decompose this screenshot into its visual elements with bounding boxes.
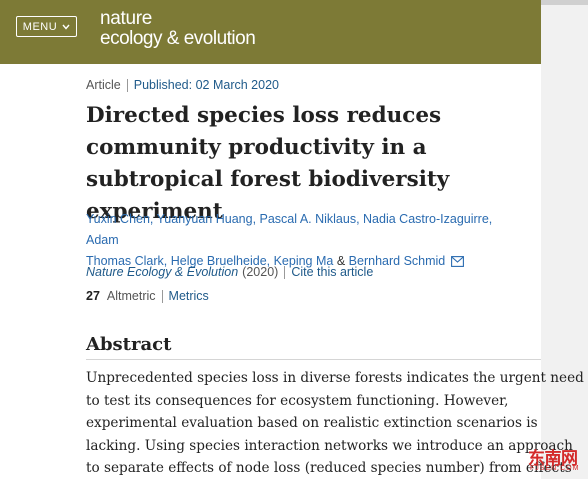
menu-button[interactable]: MENU bbox=[16, 16, 77, 37]
altmetric-label: Altmetric bbox=[106, 289, 156, 303]
cite-this-article-link[interactable]: Cite this article bbox=[291, 265, 373, 279]
abstract-heading: Abstract bbox=[86, 334, 172, 355]
logo-line-2: ecology & evolution bbox=[100, 28, 256, 49]
abstract-body: Unprecedented species loss in diverse fo… bbox=[86, 367, 584, 479]
altmetric-bar: 27 Altmetric Metrics bbox=[86, 289, 209, 303]
scrollbar-track-top bbox=[541, 0, 588, 5]
published-date: Published: 02 March 2020 bbox=[133, 78, 279, 92]
metrics-link[interactable]: Metrics bbox=[169, 289, 209, 303]
journal-year: (2020) bbox=[242, 265, 279, 279]
journal-info: Nature Ecology & Evolution (2020) Cite t… bbox=[86, 265, 373, 279]
watermark-subtext: FJSEN.COM bbox=[530, 465, 580, 472]
logo-line-1: nature bbox=[100, 8, 153, 29]
altmetric-score: 27 bbox=[86, 289, 100, 303]
article-meta: Article Published: 02 March 2020 bbox=[86, 78, 279, 92]
site-header: MENU nature ecology & evolution bbox=[0, 0, 541, 64]
divider bbox=[161, 289, 163, 303]
divider bbox=[284, 265, 286, 279]
divider bbox=[126, 78, 128, 92]
abstract-line: Unprecedented species loss in diverse fo… bbox=[86, 370, 584, 386]
journal-name[interactable]: Nature Ecology & Evolution bbox=[86, 265, 238, 279]
author-list: Yuxin Chen, Yuanyuan Huang, Pascal A. Ni… bbox=[86, 209, 526, 272]
chevron-down-icon bbox=[62, 24, 70, 30]
section-divider bbox=[86, 359, 541, 360]
abstract-line: to separate effects of node loss (reduce… bbox=[86, 460, 572, 476]
journal-logo[interactable]: nature ecology & evolution bbox=[100, 8, 256, 49]
author-line-1[interactable]: Yuxin Chen, Yuanyuan Huang, Pascal A. Ni… bbox=[86, 209, 526, 251]
abstract-line: lacking. Using species interaction netwo… bbox=[86, 437, 573, 454]
menu-label: MENU bbox=[22, 20, 58, 33]
page-side-margin bbox=[541, 0, 588, 479]
abstract-line: to test its consequences for ecosystem f… bbox=[86, 392, 509, 409]
abstract-line: experimental evaluation based on realist… bbox=[86, 415, 538, 431]
mail-icon[interactable] bbox=[450, 256, 464, 267]
article-type: Article bbox=[86, 78, 121, 92]
